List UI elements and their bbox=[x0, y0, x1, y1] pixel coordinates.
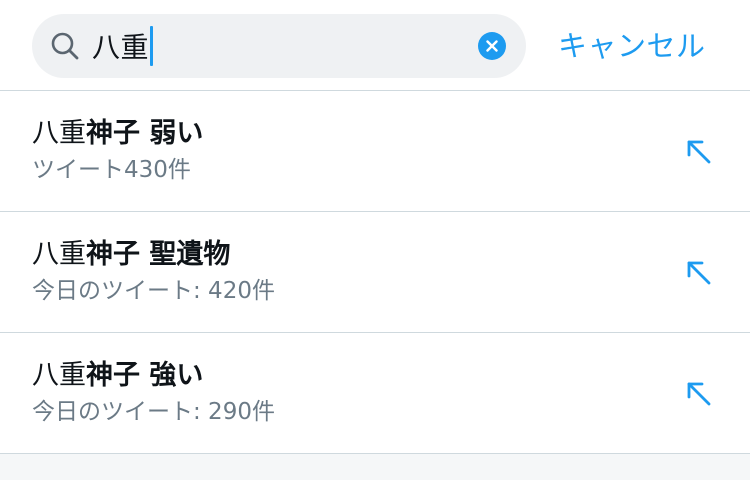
list-footer-area bbox=[0, 454, 750, 480]
search-input[interactable]: 八重 bbox=[92, 24, 154, 68]
clear-search-button[interactable] bbox=[478, 32, 506, 60]
suggestion-item[interactable]: 八重神子 弱い ツイート430件 bbox=[0, 91, 750, 212]
text-caret bbox=[150, 26, 154, 66]
suggestion-completion-text: 神子 聖遺物 bbox=[86, 239, 231, 270]
search-bar[interactable]: 八重 bbox=[32, 14, 526, 78]
close-icon bbox=[486, 40, 498, 52]
suggestion-tweet-count: 今日のツイート: 420件 bbox=[32, 278, 275, 304]
suggestion-title: 八重神子 弱い bbox=[32, 117, 203, 151]
suggestion-tweet-count: ツイート430件 bbox=[32, 157, 191, 183]
suggestion-match-text: 八重 bbox=[32, 118, 86, 149]
suggestion-match-text: 八重 bbox=[32, 239, 86, 270]
suggestion-completion-text: 神子 弱い bbox=[86, 118, 204, 149]
suggestion-match-text: 八重 bbox=[32, 360, 86, 391]
search-header: 八重 キャンセル bbox=[0, 0, 750, 90]
suggestion-title: 八重神子 強い bbox=[32, 359, 203, 393]
search-icon bbox=[51, 32, 79, 60]
cancel-button[interactable]: キャンセル bbox=[558, 26, 706, 66]
suggestion-tweet-count: 今日のツイート: 290件 bbox=[32, 399, 275, 425]
arrow-up-left-icon[interactable] bbox=[684, 379, 714, 409]
suggestion-list: 八重神子 弱い ツイート430件 八重神子 聖遺物 今日のツイート: 420件 … bbox=[0, 91, 750, 454]
suggestion-item[interactable]: 八重神子 強い 今日のツイート: 290件 bbox=[0, 333, 750, 454]
suggestion-completion-text: 神子 強い bbox=[86, 360, 204, 391]
suggestion-title: 八重神子 聖遺物 bbox=[32, 238, 230, 272]
search-query-text: 八重 bbox=[92, 31, 150, 64]
suggestion-item[interactable]: 八重神子 聖遺物 今日のツイート: 420件 bbox=[0, 212, 750, 333]
arrow-up-left-icon[interactable] bbox=[684, 258, 714, 288]
arrow-up-left-icon[interactable] bbox=[684, 137, 714, 167]
